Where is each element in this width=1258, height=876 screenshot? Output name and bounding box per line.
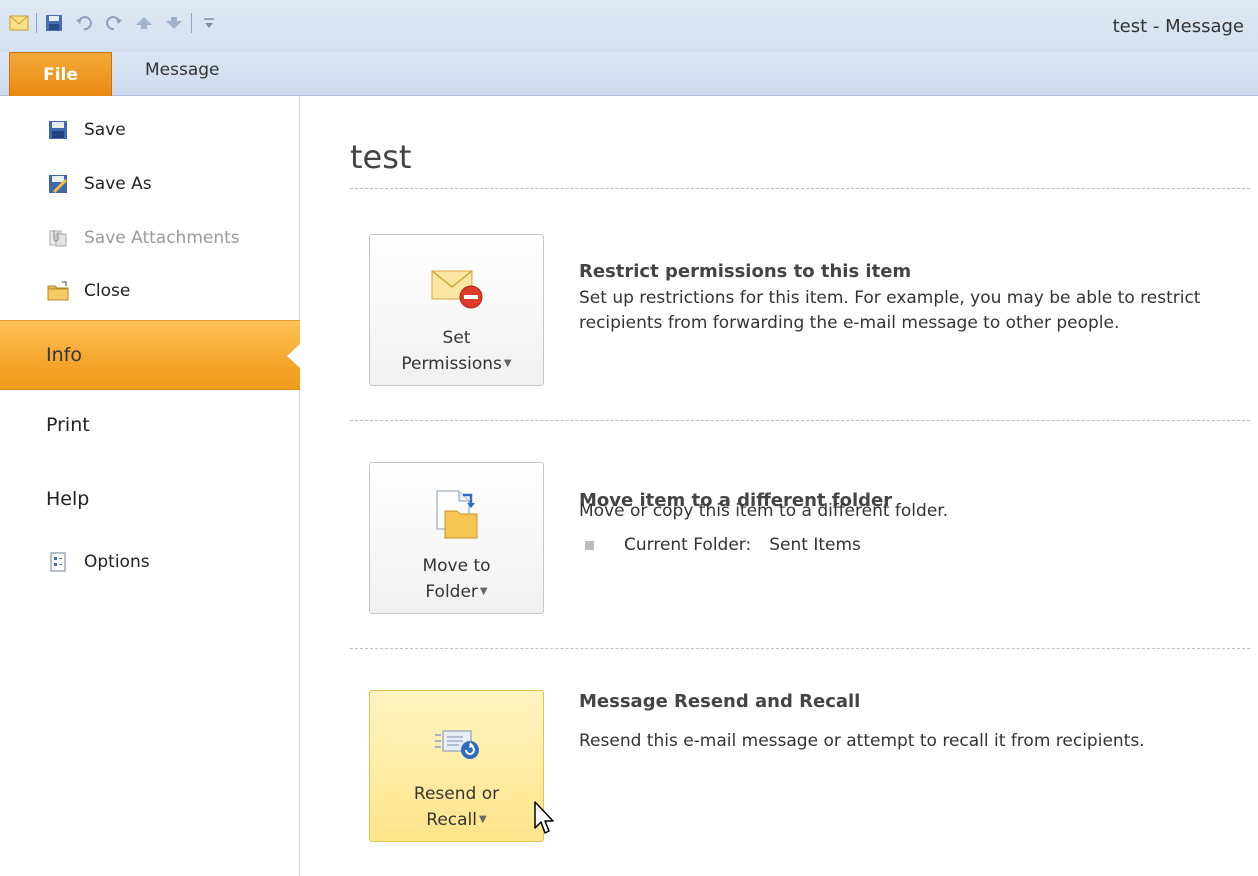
- divider: [350, 420, 1250, 421]
- section-description: Move or copy this item to a different fo…: [579, 501, 949, 521]
- nav-info[interactable]: Info: [0, 320, 301, 390]
- tab-file[interactable]: File: [9, 52, 112, 96]
- dropdown-caret-icon: ▼: [503, 358, 512, 369]
- save-icon: [46, 118, 70, 142]
- folder-close-icon: [46, 279, 70, 303]
- page-title: test: [350, 138, 412, 176]
- nav-save[interactable]: Save: [0, 118, 300, 142]
- nav-print-label: Print: [46, 414, 90, 436]
- toolbar-separator: [36, 13, 37, 33]
- dropdown-caret-icon: ▼: [479, 586, 488, 597]
- options-icon: [46, 550, 70, 574]
- envelope-icon[interactable]: [8, 12, 30, 34]
- divider: [350, 648, 1250, 649]
- resend-recall-icon: [427, 713, 487, 773]
- mouse-cursor-icon: [533, 800, 557, 836]
- toolbar-separator: [191, 13, 192, 33]
- move-to-folder-label: Move to Folder ▼: [422, 553, 490, 605]
- nav-print[interactable]: Print: [0, 414, 300, 436]
- envelope-restricted-icon: [427, 257, 487, 317]
- button-label-line1: Set: [442, 328, 471, 348]
- move-folder-icon: [427, 485, 487, 545]
- up-arrow-icon[interactable]: [133, 12, 155, 34]
- nav-save-as[interactable]: Save As: [0, 172, 300, 196]
- resend-or-recall-label: Resend or Recall ▼: [414, 781, 499, 833]
- current-folder-label: Current Folder:: [624, 535, 752, 555]
- nav-help-label: Help: [46, 488, 90, 510]
- redo-icon[interactable]: [103, 12, 125, 34]
- resend-or-recall-button[interactable]: Resend or Recall ▼: [369, 690, 544, 842]
- customize-toolbar-icon[interactable]: [198, 12, 220, 34]
- button-label-line2: Recall: [426, 810, 477, 830]
- current-folder-value: Sent Items: [769, 535, 861, 555]
- undo-icon[interactable]: [73, 12, 95, 34]
- save-icon[interactable]: [43, 12, 65, 34]
- set-permissions-button[interactable]: Set Permissions ▼: [369, 234, 544, 386]
- nav-save-attachments[interactable]: Save Attachments: [0, 226, 300, 250]
- nav-close-label: Close: [84, 281, 131, 301]
- nav-save-attachments-label: Save Attachments: [84, 228, 240, 248]
- section-title: Restrict permissions to this item: [579, 261, 912, 282]
- nav-save-label: Save: [84, 120, 126, 140]
- button-label-line1: Resend or: [413, 784, 500, 804]
- divider: [350, 188, 1250, 189]
- button-label-line2: Folder: [425, 582, 478, 602]
- button-label-line2: Permissions: [401, 354, 502, 374]
- tab-message[interactable]: Message: [145, 60, 220, 80]
- button-label-line1: Move to: [422, 556, 491, 576]
- current-folder-row: Current Folder: Sent Items: [585, 535, 861, 555]
- selection-notch: [287, 343, 301, 369]
- section-description: Resend this e-mail message or attempt to…: [579, 731, 1145, 751]
- section-title: Message Resend and Recall: [579, 691, 861, 712]
- backstage-nav: Save Save As Save Attachments Close Info…: [0, 96, 301, 876]
- nav-close[interactable]: Close: [0, 279, 300, 303]
- quick-access-toolbar: [8, 12, 228, 34]
- nav-options-label: Options: [84, 552, 150, 572]
- window-title: test - Message: [1112, 16, 1244, 37]
- section-description: Set up restrictions for this item. For e…: [579, 288, 1201, 333]
- title-bar: test - Message: [0, 0, 1258, 52]
- nav-help[interactable]: Help: [0, 488, 300, 510]
- set-permissions-label: Set Permissions ▼: [401, 325, 511, 377]
- down-arrow-icon[interactable]: [163, 12, 185, 34]
- paperclip-icon: [46, 226, 70, 250]
- nav-save-as-label: Save As: [84, 174, 152, 194]
- nav-options[interactable]: Options: [0, 550, 300, 574]
- nav-info-label: Info: [46, 344, 82, 366]
- dropdown-caret-icon: ▼: [479, 814, 487, 825]
- bullet-icon: [585, 540, 594, 550]
- move-to-folder-button[interactable]: Move to Folder ▼: [369, 462, 544, 614]
- save-as-icon: [46, 172, 70, 196]
